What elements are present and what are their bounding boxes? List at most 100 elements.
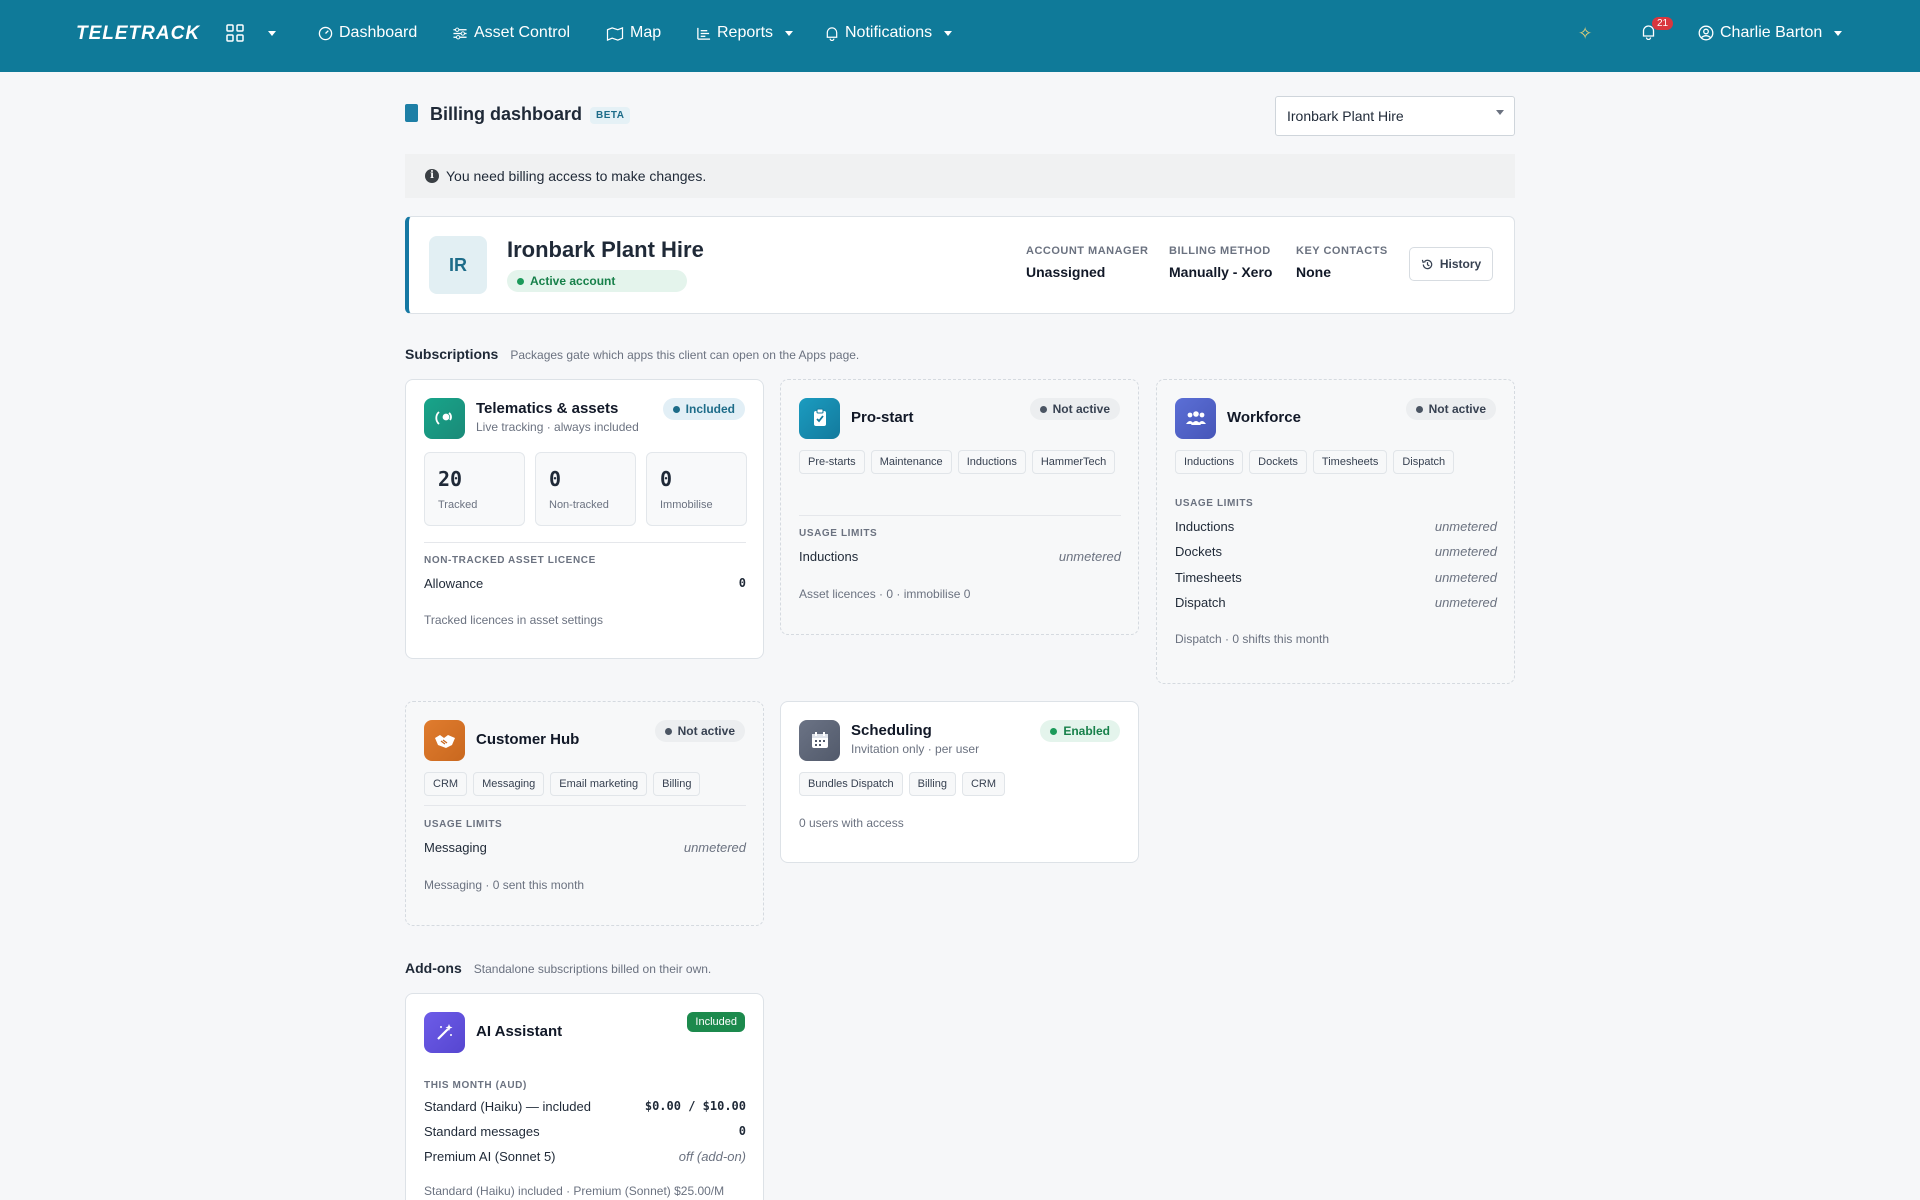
- asset-stats: 20 Tracked 0 Non-tracked 0 Immobilise: [424, 452, 747, 526]
- tag: Dispatch: [1393, 450, 1455, 474]
- status-badge: Not active: [1405, 398, 1496, 420]
- client-select-value: Ironbark Plant Hire: [1287, 108, 1404, 124]
- user-icon: [1698, 25, 1714, 41]
- subscriptions-header: Subscriptions Packages gate which apps t…: [405, 346, 859, 362]
- clipboard-icon: [799, 398, 840, 439]
- chevron-down-icon: [1496, 110, 1504, 115]
- usage-key: Dispatch: [1175, 595, 1226, 610]
- stat-tracked: 20 Tracked: [424, 452, 525, 526]
- tag: Maintenance: [870, 450, 952, 474]
- tag: HammerTech: [1031, 450, 1116, 474]
- status-badge: Included: [687, 1012, 745, 1032]
- allowance-value: 0: [738, 576, 746, 590]
- usage-row: Dockets unmetered: [1175, 544, 1497, 559]
- history-label: History: [1439, 257, 1482, 271]
- client-select[interactable]: Ironbark Plant Hire: [1275, 96, 1515, 136]
- tag: Inductions: [957, 450, 1026, 474]
- status-dot-icon: [517, 277, 524, 285]
- status-dot-icon: [664, 727, 672, 735]
- scheduling-title: Scheduling: [851, 722, 932, 739]
- ai-usage-row: Standard (Haiku) — included $0.00 / $10.0…: [424, 1099, 746, 1114]
- history-button[interactable]: History: [1409, 247, 1493, 281]
- telematics-card: Telematics & assets Live tracking · alwa…: [405, 379, 764, 659]
- tag: Billing: [653, 772, 701, 796]
- usage-key: Inductions: [1175, 519, 1235, 534]
- scheduling-card: Scheduling Invitation only · per user En…: [780, 701, 1139, 863]
- nav-map[interactable]: Map: [606, 24, 661, 42]
- tag: Dockets: [1249, 450, 1307, 474]
- tag: CRM: [961, 772, 1006, 796]
- billing-method-value: Manually - Xero: [1169, 264, 1273, 280]
- account-manager-value: Unassigned: [1026, 264, 1106, 280]
- tag: Email marketing: [550, 772, 648, 796]
- workforce-card: Workforce Not active Inductions Dockets …: [1156, 379, 1515, 684]
- billing-document-icon: [405, 104, 418, 122]
- usage-label: USAGE LIMITS: [799, 528, 878, 539]
- logo[interactable]: TELETRACK: [76, 23, 200, 45]
- tag: Messaging: [473, 772, 545, 796]
- usage-value: unmetered: [1434, 595, 1497, 610]
- top-navbar: TELETRACK Dashboard Asset Control Map Re…: [0, 0, 1920, 72]
- status-text: Included: [685, 402, 735, 416]
- nav-reports[interactable]: Reports: [696, 24, 794, 42]
- usage-label: USAGE LIMITS: [424, 819, 503, 830]
- nav-notifications[interactable]: Notifications: [825, 24, 953, 42]
- usage-value: unmetered: [1058, 549, 1121, 564]
- bell-icon: [826, 26, 838, 41]
- nav-reports-label: Reports: [717, 24, 774, 41]
- addons-header: Add-ons Standalone subscriptions billed …: [405, 960, 711, 976]
- status-badge: Not active: [1029, 398, 1120, 420]
- sliders-icon: [453, 27, 467, 39]
- chevron-down-icon: [944, 30, 953, 36]
- divider: [424, 542, 746, 543]
- dashboard-icon: [318, 26, 333, 40]
- telematics-title: Telematics & assets: [476, 400, 619, 417]
- app-switcher[interactable]: [226, 24, 276, 42]
- status-text: Enabled: [1063, 724, 1110, 738]
- prestart-footer: Asset licences · 0 · immobilise 0: [799, 587, 971, 601]
- grid-icon: [226, 24, 244, 42]
- nav-dashboard[interactable]: Dashboard: [318, 24, 417, 42]
- notice-text: You need billing access to make changes.: [446, 168, 707, 184]
- account-manager-label: ACCOUNT MANAGER: [1026, 245, 1149, 257]
- tag: Pre-starts: [799, 450, 865, 474]
- telematics-footer: Tracked licences in asset settings: [424, 613, 603, 627]
- stat-label: Immobilise: [660, 499, 713, 511]
- nav-asset-control[interactable]: Asset Control: [452, 24, 570, 42]
- status-dot-icon: [1039, 405, 1047, 413]
- workforce-tags: Inductions Dockets Timesheets Dispatch: [1175, 450, 1495, 474]
- status-text: Not active: [1428, 402, 1486, 416]
- ai-usage-key: Standard messages: [424, 1124, 540, 1139]
- licence-label: NON-TRACKED ASSET LICENCE: [424, 555, 596, 566]
- customerhub-tags: CRM Messaging Email marketing Billing: [424, 772, 744, 796]
- account-name: Ironbark Plant Hire: [507, 237, 704, 262]
- tag: Billing: [908, 772, 956, 796]
- magic-wand-icon: [424, 1012, 465, 1053]
- ai-usage-key: Standard (Haiku) — included: [424, 1099, 591, 1114]
- tag: Inductions: [1175, 450, 1244, 474]
- ai-usage-value: off (add-on): [678, 1149, 746, 1164]
- scheduling-subtitle: Invitation only · per user: [851, 742, 980, 756]
- scheduling-tags: Bundles Dispatch Billing CRM: [799, 772, 1119, 796]
- info-icon: i: [425, 169, 439, 183]
- calendar-icon: [799, 720, 840, 761]
- divider: [799, 515, 1121, 516]
- status-badge: Not active: [654, 720, 745, 742]
- key-contacts-value: None: [1296, 264, 1331, 280]
- stat-label: Tracked: [438, 499, 478, 511]
- nav-map-label: Map: [630, 24, 662, 41]
- usage-value: unmetered: [1434, 570, 1497, 585]
- page-title: Billing dashboard: [430, 104, 583, 124]
- usage-row: Timesheets unmetered: [1175, 570, 1497, 585]
- stat-immobilise: 0 Immobilise: [646, 452, 747, 526]
- status-text: Active account: [530, 274, 616, 288]
- ai-assistant-footer: Standard (Haiku) included · Premium (Son…: [424, 1184, 725, 1198]
- notification-count-badge: 21: [1652, 17, 1674, 30]
- sparkle-icon[interactable]: ✧: [1578, 24, 1592, 44]
- status-dot-icon: [1050, 727, 1058, 735]
- subscriptions-heading: Subscriptions: [405, 346, 499, 362]
- nav-notifications-label: Notifications: [845, 24, 933, 41]
- user-menu[interactable]: Charlie Barton: [1698, 24, 1843, 42]
- status-text: Not active: [677, 724, 735, 738]
- stat-value: 20: [438, 467, 463, 491]
